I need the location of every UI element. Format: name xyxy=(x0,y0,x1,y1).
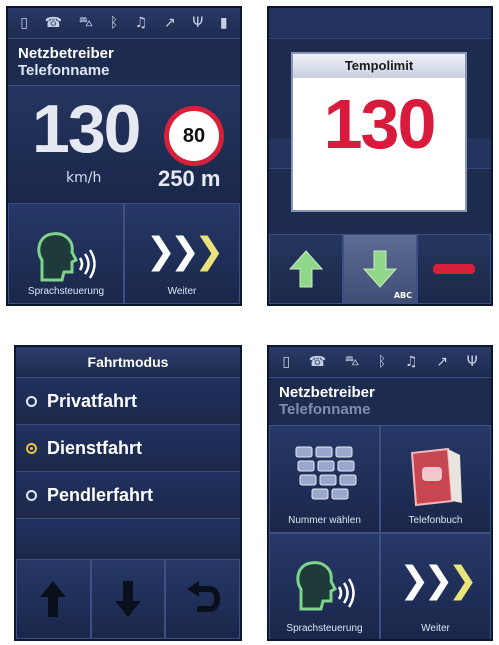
speed-limit-value: 80 xyxy=(182,124,206,147)
distance-to-limit: 250 m xyxy=(158,166,221,191)
chevron-right-icon: ❯❯❯ xyxy=(399,560,478,601)
signal-strength-icon: ↗ xyxy=(163,15,176,31)
next-button[interactable]: ❯❯❯ Weiter xyxy=(380,533,491,639)
handset-icon: ☎ xyxy=(44,15,63,31)
option-label: Dienstfahrt xyxy=(47,437,143,458)
bluetooth-icon: ᛒ xyxy=(377,354,387,370)
music-icon: ♫ xyxy=(134,15,148,31)
status-bar: ▯ ☎ ⛍ ᛒ ♫ ↗ Ψ ▮ xyxy=(8,8,240,39)
phone-icon: ▯ xyxy=(282,354,291,370)
arrow-up-icon xyxy=(289,250,323,288)
increase-button[interactable] xyxy=(269,234,343,304)
status-bar-dimmed xyxy=(269,8,491,39)
phone-menu-screen: ▯ ☎ ⛍ ᛒ ♫ ↗ Ψ Netzbetreiber Telefonname … xyxy=(267,345,493,641)
dial-number-button[interactable]: Nummer wählen xyxy=(269,425,380,533)
speed-panel: 130 km/h 80 250 m xyxy=(8,85,240,204)
adjust-buttons: ABC xyxy=(269,234,491,304)
abc-indicator: ABC xyxy=(393,291,412,300)
minus-icon xyxy=(433,264,475,274)
network-info: Netzbetreiber Telefonname xyxy=(269,378,491,422)
keypad-icon xyxy=(295,446,356,500)
phonebook-button[interactable]: Telefonbuch xyxy=(380,425,491,533)
phone-action-row-2: Sprachsteuerung ❯❯❯ Weiter xyxy=(269,533,491,639)
option-label: Pendlerfahrt xyxy=(47,484,154,505)
speed-limit-sign-icon: 80 xyxy=(164,106,224,166)
arrow-down-icon xyxy=(363,250,397,288)
voice-control-label: Sprachsteuerung xyxy=(286,623,363,634)
decrease-button[interactable]: ABC xyxy=(343,234,417,304)
action-tiles: Sprachsteuerung ❯❯❯ Weiter xyxy=(8,203,240,304)
antenna-icon: Ψ xyxy=(192,15,204,31)
navigation-buttons xyxy=(16,559,240,639)
popup-title: Tempolimit xyxy=(293,54,465,78)
speed-limit-setting-screen: Tempolimit 130 ABC xyxy=(267,6,493,306)
dial-number-label: Nummer wählen xyxy=(288,515,361,526)
voice-head-icon xyxy=(295,561,355,611)
arrow-up-icon xyxy=(40,581,67,617)
voice-control-button[interactable]: Sprachsteuerung xyxy=(269,533,380,639)
antenna-icon: Ψ xyxy=(466,354,478,370)
trip-mode-title: Fahrtmodus xyxy=(16,347,240,378)
scroll-down-button[interactable] xyxy=(90,559,166,639)
handset-icon: ☎ xyxy=(308,354,327,370)
phone-name: Telefonname xyxy=(279,401,371,418)
option-label: Privatfahrt xyxy=(47,390,138,411)
speed-limit-popup: Tempolimit 130 xyxy=(291,52,467,212)
chevron-right-icon: ❯❯❯ xyxy=(145,231,225,272)
empty-row xyxy=(16,519,240,560)
next-button[interactable]: ❯❯❯ Weiter xyxy=(124,203,240,304)
phonebook-label: Telefonbuch xyxy=(408,515,463,526)
music-icon: ♫ xyxy=(404,354,418,370)
back-button[interactable] xyxy=(165,559,240,639)
battery-icon: ▮ xyxy=(219,15,228,31)
delete-button[interactable] xyxy=(417,234,491,304)
radio-icon xyxy=(26,395,37,407)
network-operator: Netzbetreiber xyxy=(279,384,375,401)
network-info: Netzbetreiber Telefonname xyxy=(8,39,240,83)
car-icon: ⛍ xyxy=(78,14,94,30)
speed-display-screen: ▯ ☎ ⛍ ᛒ ♫ ↗ Ψ ▮ Netzbetreiber Telefonnam… xyxy=(6,6,242,306)
status-bar: ▯ ☎ ⛍ ᛒ ♫ ↗ Ψ xyxy=(269,347,491,378)
bluetooth-icon: ᛒ xyxy=(109,15,119,31)
network-operator: Netzbetreiber xyxy=(18,45,114,62)
voice-control-label: Sprachsteuerung xyxy=(27,286,105,297)
phonebook-icon xyxy=(410,447,462,507)
popup-speed-value: 130 xyxy=(323,85,437,163)
voice-control-button[interactable]: Sprachsteuerung xyxy=(8,203,124,304)
radio-icon xyxy=(26,489,37,501)
phone-icon: ▯ xyxy=(20,15,29,31)
next-label: Weiter xyxy=(421,623,450,634)
car-icon: ⛍ xyxy=(344,353,360,369)
trip-mode-screen: Fahrtmodus Privatfahrt Dienstfahrt Pendl… xyxy=(14,345,242,641)
scroll-up-button[interactable] xyxy=(16,559,91,639)
option-private-trip[interactable]: Privatfahrt xyxy=(16,378,240,425)
option-commuter-trip[interactable]: Pendlerfahrt xyxy=(16,472,240,519)
option-business-trip[interactable]: Dienstfahrt xyxy=(16,425,240,472)
speed-unit: km/h xyxy=(66,170,102,186)
voice-head-icon xyxy=(37,232,96,282)
phone-action-row-1: Nummer wählen Telefonbuch xyxy=(269,425,491,533)
radio-selected-icon xyxy=(26,442,37,454)
arrow-down-icon xyxy=(115,581,141,617)
back-arrow-icon xyxy=(186,581,220,612)
phone-name: Telefonname xyxy=(18,62,110,79)
signal-strength-icon: ↗ xyxy=(436,354,448,370)
current-speed: 130 xyxy=(32,91,141,167)
next-label: Weiter xyxy=(167,286,197,297)
